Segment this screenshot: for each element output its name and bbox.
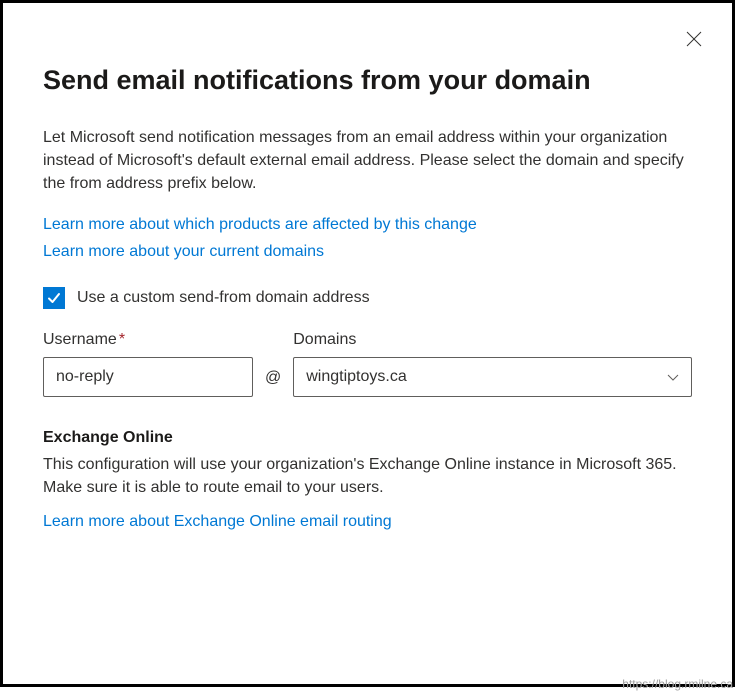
domains-select-value: wingtiptoys.ca xyxy=(306,368,407,386)
exchange-heading: Exchange Online xyxy=(43,429,692,447)
domains-label: Domains xyxy=(293,331,692,349)
domains-field-group: Domains wingtiptoys.ca xyxy=(293,331,692,397)
username-field-group: Username* xyxy=(43,331,253,397)
domains-select-wrapper: wingtiptoys.ca xyxy=(293,357,692,397)
exchange-description: This configuration will use your organiz… xyxy=(43,453,692,499)
watermark-text: https://blog.rmilne.ca xyxy=(622,677,733,691)
close-button[interactable] xyxy=(684,29,704,49)
username-label: Username* xyxy=(43,331,253,349)
email-form-row: Username* @ Domains wingtiptoys.ca xyxy=(43,331,692,397)
domains-select[interactable]: wingtiptoys.ca xyxy=(293,357,692,397)
intro-description: Let Microsoft send notification messages… xyxy=(43,126,692,196)
settings-panel: Send email notifications from your domai… xyxy=(0,0,735,687)
checkmark-icon xyxy=(47,291,61,305)
custom-domain-checkbox[interactable] xyxy=(43,287,65,309)
username-input[interactable] xyxy=(43,357,253,397)
link-products-affected[interactable]: Learn more about which products are affe… xyxy=(43,212,692,238)
at-separator: @ xyxy=(265,369,281,397)
link-exchange-routing[interactable]: Learn more about Exchange Online email r… xyxy=(43,509,692,535)
close-icon xyxy=(686,31,702,47)
page-title: Send email notifications from your domai… xyxy=(43,63,692,98)
custom-domain-checkbox-row: Use a custom send-from domain address xyxy=(43,287,692,309)
required-indicator: * xyxy=(119,331,125,348)
username-label-text: Username xyxy=(43,331,117,348)
custom-domain-checkbox-label: Use a custom send-from domain address xyxy=(77,289,370,307)
link-current-domains[interactable]: Learn more about your current domains xyxy=(43,239,692,265)
